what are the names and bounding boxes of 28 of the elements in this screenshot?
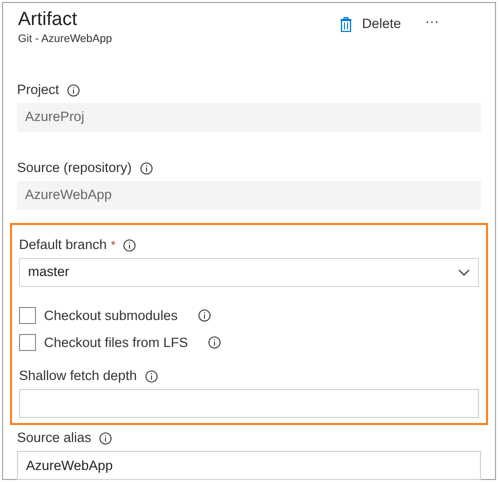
checkbox[interactable] bbox=[19, 334, 36, 351]
required-mark: * bbox=[110, 239, 116, 251]
branch-dropdown[interactable]: master bbox=[19, 258, 479, 287]
checkbox-label: Checkout files from LFS bbox=[44, 334, 188, 350]
delete-button[interactable]: Delete bbox=[340, 14, 401, 34]
info-icon[interactable] bbox=[123, 238, 136, 252]
info-icon[interactable] bbox=[208, 336, 222, 349]
more-button[interactable]: ··· bbox=[425, 14, 439, 28]
readonly-field: AzureWebApp bbox=[17, 181, 481, 210]
readonly-field: AzureProj bbox=[17, 103, 481, 132]
text-input[interactable] bbox=[19, 389, 479, 418]
field-label: Default branch bbox=[19, 237, 107, 253]
field-label: Source (repository) bbox=[17, 160, 132, 176]
field-label: Project bbox=[17, 82, 60, 98]
info-icon[interactable] bbox=[144, 370, 158, 382]
info-icon[interactable] bbox=[198, 309, 211, 322]
checkbox[interactable] bbox=[19, 307, 36, 324]
field-label: Shallow fetch depth bbox=[19, 368, 137, 384]
chevron-down-icon bbox=[458, 269, 470, 276]
info-icon[interactable] bbox=[67, 84, 80, 96]
field-label: Source alias bbox=[17, 430, 92, 446]
panel-subtitle: Git - AzureWebApp bbox=[18, 32, 112, 46]
text-input[interactable]: AzureWebApp bbox=[17, 451, 481, 480]
checkbox-label: Checkout submodules bbox=[44, 308, 178, 324]
trash-icon bbox=[340, 16, 352, 32]
info-icon[interactable] bbox=[99, 432, 112, 444]
info-icon[interactable] bbox=[140, 162, 153, 174]
panel-title: Artifact bbox=[18, 8, 78, 32]
